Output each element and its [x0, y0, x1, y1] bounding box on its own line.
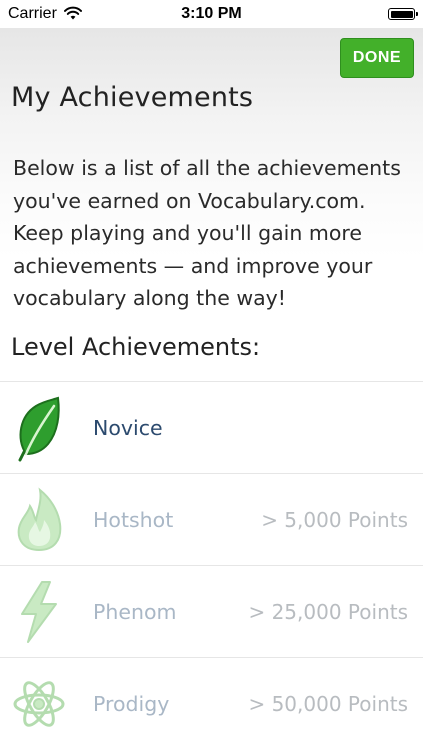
achievement-row-novice[interactable]: Novice — [0, 381, 423, 473]
done-button[interactable]: DONE — [340, 38, 414, 78]
achievement-name: Prodigy — [93, 692, 170, 716]
achievement-points: > 5,000 Points — [261, 508, 408, 532]
achievement-list: Novice Hotshot > 5,000 Points Phenom > 2… — [0, 381, 423, 749]
section-title: Level Achievements: — [11, 333, 261, 361]
intro-text: Below is a list of all the achievements … — [13, 156, 401, 310]
achievement-name: Phenom — [93, 600, 177, 624]
achievement-points: > 25,000 Points — [248, 600, 408, 624]
lightning-bolt-icon — [12, 578, 66, 646]
achievement-name: Hotshot — [93, 508, 174, 532]
atom-icon — [12, 670, 66, 738]
leaf-icon — [12, 394, 66, 462]
achievement-row-phenom[interactable]: Phenom > 25,000 Points — [0, 565, 423, 657]
status-time: 3:10 PM — [181, 5, 242, 22]
achievement-row-prodigy[interactable]: Prodigy > 50,000 Points — [0, 657, 423, 749]
achievement-points: > 50,000 Points — [248, 692, 408, 716]
achievement-row-hotshot[interactable]: Hotshot > 5,000 Points — [0, 473, 423, 565]
flame-icon — [12, 486, 66, 554]
battery-icon — [388, 8, 418, 20]
achievement-name: Novice — [93, 416, 163, 440]
page-title: My Achievements — [11, 82, 254, 113]
status-bar: Carrier 3:10 PM — [0, 0, 423, 28]
